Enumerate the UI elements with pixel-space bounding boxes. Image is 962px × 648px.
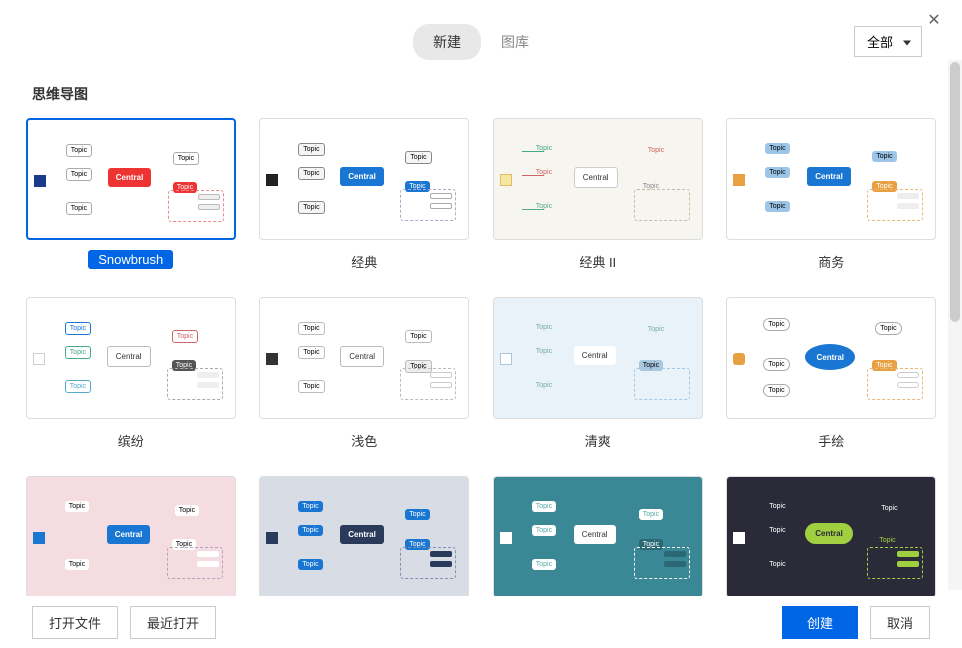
section-title: 思维导图 bbox=[32, 84, 938, 104]
template-card[interactable]: CentralTopicTopicTopicTopicTopic 浅色 bbox=[258, 297, 472, 452]
tab-gallery[interactable]: 图库 bbox=[481, 24, 549, 60]
template-thumbnail: CentralTopicTopicTopicTopicTopic bbox=[493, 297, 703, 419]
category-dropdown[interactable]: 全部 bbox=[854, 26, 922, 57]
template-thumbnail: CentralTopicTopicTopicTopicTopic bbox=[493, 476, 703, 598]
create-button[interactable]: 创建 bbox=[782, 606, 858, 639]
template-thumbnail: CentralTopicTopicTopicTopicTopic bbox=[26, 118, 236, 240]
template-thumbnail: CentralTopicTopicTopicTopicTopic bbox=[259, 297, 469, 419]
template-card[interactable]: CentralTopicTopicTopicTopicTopic 清爽 bbox=[491, 297, 705, 452]
template-thumbnail: CentralTopicTopicTopicTopicTopic bbox=[726, 476, 936, 598]
template-card[interactable]: CentralTopicTopicTopicTopicTopic海洋 bbox=[491, 476, 705, 606]
template-thumbnail: CentralTopicTopicTopicTopicTopic bbox=[493, 118, 703, 240]
template-thumbnail: CentralTopicTopicTopicTopicTopic bbox=[26, 297, 236, 419]
content-area: 思维导图 CentralTopicTopicTopicTopicTopic Sno… bbox=[0, 76, 962, 606]
template-thumbnail: CentralTopicTopicTopicTopic bbox=[26, 476, 236, 598]
template-card[interactable]: CentralTopicTopicTopicTopicTopic 商务 bbox=[725, 118, 939, 273]
cancel-button[interactable]: 取消 bbox=[870, 606, 930, 639]
template-card[interactable]: CentralTopicTopicTopicTopicTopic 经典 II bbox=[491, 118, 705, 273]
template-label: Snowbrush bbox=[88, 250, 173, 269]
open-file-button[interactable]: 打开文件 bbox=[32, 606, 118, 639]
footer: 打开文件 最近打开 创建 取消 bbox=[0, 596, 962, 648]
recent-button[interactable]: 最近打开 bbox=[130, 606, 216, 639]
template-label: 经典 II bbox=[569, 250, 626, 273]
template-label: 缤纷 bbox=[108, 429, 154, 452]
template-card[interactable]: CentralTopicTopicTopicTopicTopic Snowbrus… bbox=[24, 118, 238, 273]
template-label: 经典 bbox=[341, 250, 387, 273]
template-thumbnail: CentralTopicTopicTopicTopicTopic bbox=[726, 118, 936, 240]
template-thumbnail: CentralTopicTopicTopicTopicTopic bbox=[726, 297, 936, 419]
footer-left: 打开文件 最近打开 bbox=[32, 606, 216, 639]
tabs: 新建 图库 bbox=[413, 24, 549, 60]
template-card[interactable]: CentralTopicTopicTopicTopic派对 bbox=[24, 476, 238, 606]
template-label: 清爽 bbox=[575, 429, 621, 452]
template-card[interactable]: CentralTopicTopicTopicTopicTopic活力 bbox=[725, 476, 939, 606]
template-card[interactable]: CentralTopicTopicTopicTopicTopic 缤纷 bbox=[24, 297, 238, 452]
template-thumbnail: CentralTopicTopicTopicTopicTopic bbox=[259, 118, 469, 240]
template-label: 浅色 bbox=[341, 429, 387, 452]
category-selected-value: 全部 bbox=[867, 35, 893, 50]
footer-right: 创建 取消 bbox=[782, 606, 930, 639]
template-grid: CentralTopicTopicTopicTopicTopic Snowbrus… bbox=[24, 118, 938, 606]
header: 新建 图库 全部 bbox=[0, 0, 962, 76]
template-thumbnail: CentralTopicTopicTopicTopicTopic bbox=[259, 476, 469, 598]
template-label: 商务 bbox=[808, 250, 854, 273]
tab-new[interactable]: 新建 bbox=[413, 24, 481, 60]
scrollbar-thumb[interactable] bbox=[950, 62, 960, 322]
template-label: 手绘 bbox=[808, 429, 854, 452]
template-card[interactable]: CentralTopicTopicTopicTopicTopic 经典 bbox=[258, 118, 472, 273]
template-card[interactable]: CentralTopicTopicTopicTopicTopic 手绘 bbox=[725, 297, 939, 452]
template-card[interactable]: CentralTopicTopicTopicTopicTopic正式 bbox=[258, 476, 472, 606]
